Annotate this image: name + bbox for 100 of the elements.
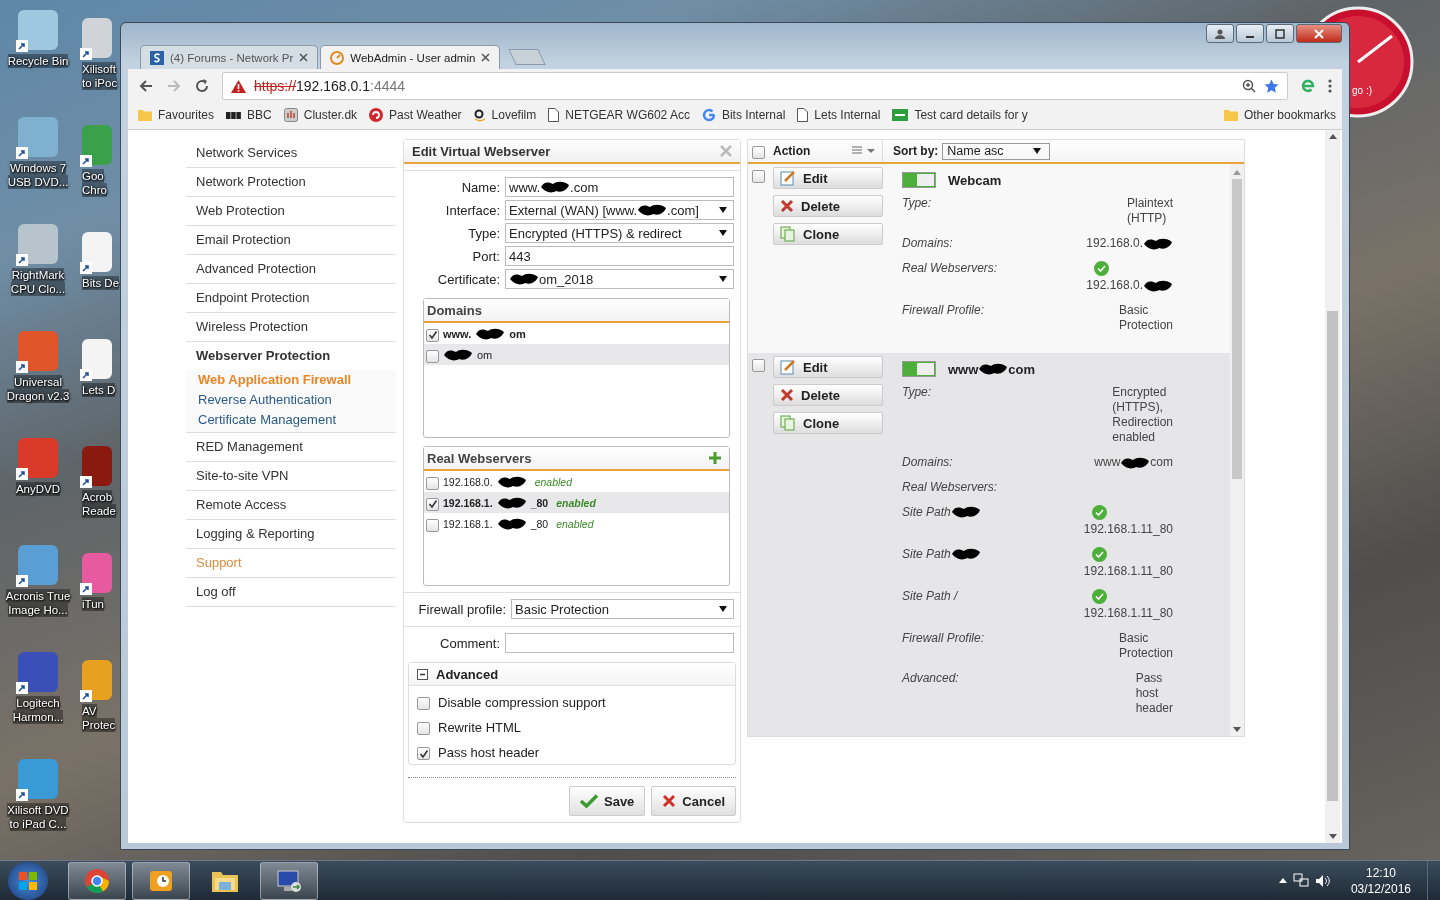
speaker-icon[interactable] (1314, 873, 1331, 888)
scroll-up-icon[interactable] (1328, 134, 1337, 139)
scroll-down-icon[interactable] (1328, 834, 1337, 839)
taskbar-app[interactable] (132, 861, 190, 900)
minimize-button[interactable] (1236, 24, 1264, 43)
input-field[interactable]: www. .com (505, 177, 734, 197)
field-label: Comment: (439, 635, 500, 651)
nav-item[interactable]: Network Protection (186, 168, 396, 197)
nav-item[interactable]: Webserver Protection (186, 342, 396, 370)
select-field[interactable]: Encrypted (HTTPS) & redirect (505, 223, 734, 243)
page-scrollbar[interactable] (1325, 130, 1340, 843)
app-icon[interactable] (82, 339, 112, 379)
star-icon[interactable] (1264, 78, 1279, 94)
checkbox[interactable] (426, 497, 439, 511)
scrollbar[interactable] (1230, 164, 1244, 736)
close-button[interactable] (1296, 24, 1342, 43)
up-arrow-icon[interactable] (1278, 878, 1287, 883)
nav-item[interactable]: Site-to-site VPN (186, 462, 396, 491)
nav-subitem[interactable]: Certificate Management (186, 410, 396, 430)
minimize-icon (1246, 35, 1254, 38)
maximize-button[interactable] (1266, 24, 1294, 43)
bookmark[interactable]: Bits Internal (701, 108, 786, 122)
bookmark[interactable]: Favourites (138, 108, 215, 122)
clone-button[interactable]: Clone (773, 223, 883, 245)
close-icon[interactable] (299, 53, 309, 62)
bookmark[interactable]: BBC (226, 108, 272, 122)
detail-value: Basic Protection (1118, 303, 1173, 333)
checkbox[interactable] (417, 747, 430, 760)
network-icon[interactable] (1292, 873, 1309, 888)
back-icon[interactable] (138, 78, 154, 94)
bookmark[interactable]: Other bookmarks (1223, 108, 1336, 122)
nav-item[interactable]: Advanced Protection (186, 255, 396, 284)
start-button[interactable] (8, 861, 48, 900)
list-menu-icon[interactable] (852, 146, 876, 156)
nav-item[interactable]: Remote Access (186, 491, 396, 520)
cancel-button[interactable]: Cancel (651, 786, 736, 816)
checkbox[interactable] (417, 722, 430, 735)
app-icon[interactable] (18, 759, 58, 799)
app-icon[interactable] (18, 438, 58, 478)
bookmark[interactable]: Test card details for y (892, 108, 1028, 122)
app-icon[interactable] (18, 652, 58, 692)
browser-tab[interactable]: WebAdmin - User admin (320, 45, 501, 69)
checkbox[interactable] (426, 349, 439, 363)
bookmark[interactable]: Lets Internal (797, 108, 881, 122)
detail-value: 192.168.1.11_80 (1083, 522, 1173, 537)
taskbar-app[interactable] (68, 861, 126, 900)
sort-select[interactable]: Name asc (942, 142, 1051, 160)
delete-button[interactable]: Delete (773, 384, 883, 406)
checkbox[interactable] (426, 518, 439, 532)
bookmark[interactable]: Lovefilm (473, 108, 537, 122)
edit-button[interactable]: Edit (773, 167, 883, 189)
toggle-switch[interactable] (902, 361, 936, 377)
nav-item[interactable]: RED Management (186, 433, 396, 462)
menu-icon[interactable] (1328, 79, 1332, 93)
checkbox[interactable] (752, 170, 765, 183)
date-text: 03/12/2016 (1350, 880, 1411, 897)
nav-item[interactable]: Network Services (186, 139, 396, 168)
nav-item[interactable]: Wireless Protection (186, 313, 396, 342)
app-icon[interactable] (82, 446, 112, 486)
comment-field[interactable] (505, 633, 734, 653)
app-icon[interactable] (18, 545, 58, 585)
checkbox[interactable] (426, 476, 439, 490)
address-bar[interactable]: https://192.168.0.1:4444 (222, 72, 1288, 100)
nav-item[interactable]: Logging & Reporting (186, 520, 396, 549)
checkbox[interactable] (752, 359, 765, 372)
toggle-switch[interactable] (902, 172, 936, 188)
plus-icon[interactable] (709, 452, 721, 464)
input-field[interactable]: 443 (505, 246, 734, 266)
close-icon[interactable] (481, 53, 491, 62)
user-button[interactable] (1206, 24, 1234, 43)
clone-button[interactable]: Clone (773, 412, 883, 434)
scroll-down-icon[interactable] (1233, 727, 1241, 732)
edit-button[interactable]: Edit (773, 356, 883, 378)
nav-subitem[interactable]: Reverse Authentication (186, 390, 396, 410)
nav-item[interactable]: Endpoint Protection (186, 284, 396, 313)
zoom-icon[interactable] (1242, 79, 1256, 93)
app-icon[interactable] (18, 331, 58, 371)
section-header[interactable]: Advanced (409, 663, 735, 686)
checkbox[interactable] (752, 146, 765, 159)
taskbar-app[interactable] (260, 861, 318, 900)
checkbox[interactable] (426, 328, 439, 342)
bookmark[interactable]: NETGEAR WG602 Acc (548, 108, 690, 122)
app-icon[interactable] (82, 553, 112, 593)
nav-item[interactable]: Web Protection (186, 197, 396, 226)
nav-item[interactable]: Email Protection (186, 226, 396, 255)
browser-tab[interactable]: (4) Forums - Network Pr (140, 45, 319, 69)
select-field[interactable]: External (WAN) [www. .com] (505, 200, 734, 220)
bookmark[interactable]: Past Weather (369, 108, 462, 122)
bookmark[interactable]: Cluster.dk (283, 108, 358, 122)
delete-button[interactable]: Delete (773, 195, 883, 217)
reload-icon[interactable] (194, 78, 210, 94)
save-button[interactable]: Save (569, 786, 646, 816)
clock[interactable]: 12:10 03/12/2016 (1350, 864, 1411, 897)
warning-icon (231, 79, 246, 93)
extension-icon[interactable] (1300, 78, 1316, 94)
select-field[interactable]: om_2018 (505, 269, 734, 289)
select-field[interactable]: Basic Protection (511, 599, 734, 619)
nav-item[interactable]: Log off (186, 578, 396, 607)
app-icon[interactable] (82, 660, 112, 700)
checkbox[interactable] (417, 697, 430, 710)
